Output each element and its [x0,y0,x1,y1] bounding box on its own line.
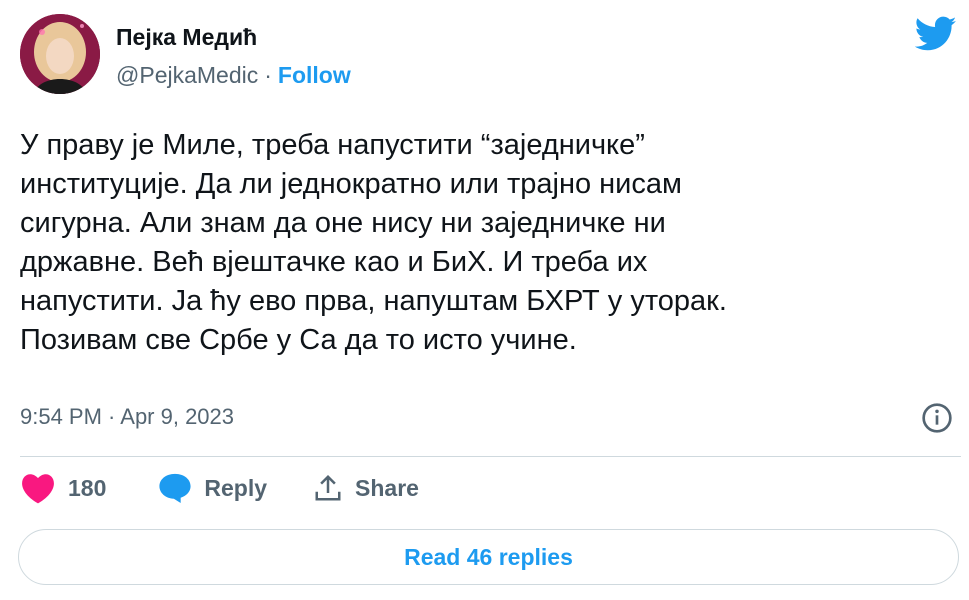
like-button[interactable]: 180 [20,472,106,504]
info-icon[interactable] [921,402,953,434]
action-bar: 180 Reply Share [20,472,419,504]
share-icon [315,474,341,501]
author-name[interactable]: Пејка Медић [116,24,257,51]
reply-label: Reply [204,474,268,501]
tweet-line: напустити. Ја ћу ево прва, напуштам БХРТ… [20,285,727,317]
profile-photo [20,14,100,94]
tweet-text: У праву је Миле, треба напустити “заједн… [20,126,920,360]
handle-row: @PejkaMedic · Follow [116,62,351,89]
speech-bubble-icon [159,473,191,504]
author-handle[interactable]: @PejkaMedic [116,62,258,89]
reply-button[interactable]: Reply [158,472,267,504]
tweet-line: У праву је Миле, треба напустити “заједн… [20,129,645,161]
avatar[interactable] [20,14,100,94]
follow-button[interactable]: Follow [278,62,351,89]
twitter-bird-icon[interactable] [915,16,957,52]
heart-icon [22,474,54,504]
tweet-line: институције. Да ли једнократно или трајн… [20,168,682,200]
share-label: Share [355,474,419,501]
tweet-line: сигурна. Али знам да оне нису ни заједни… [20,207,666,239]
like-count: 180 [68,474,107,501]
read-replies-button[interactable]: Read 46 replies [18,529,959,585]
share-button[interactable]: Share [313,472,419,504]
tweet-line: Позивам све Србе у Са да то исто учине. [20,324,577,356]
tweet-line: државне. Већ вјештачке као и БиХ. И треб… [20,246,648,278]
separator-dot: · [264,62,272,88]
tweet-timestamp[interactable]: 9:54 PM · Apr 9, 2023 [20,404,234,430]
divider [20,456,961,457]
